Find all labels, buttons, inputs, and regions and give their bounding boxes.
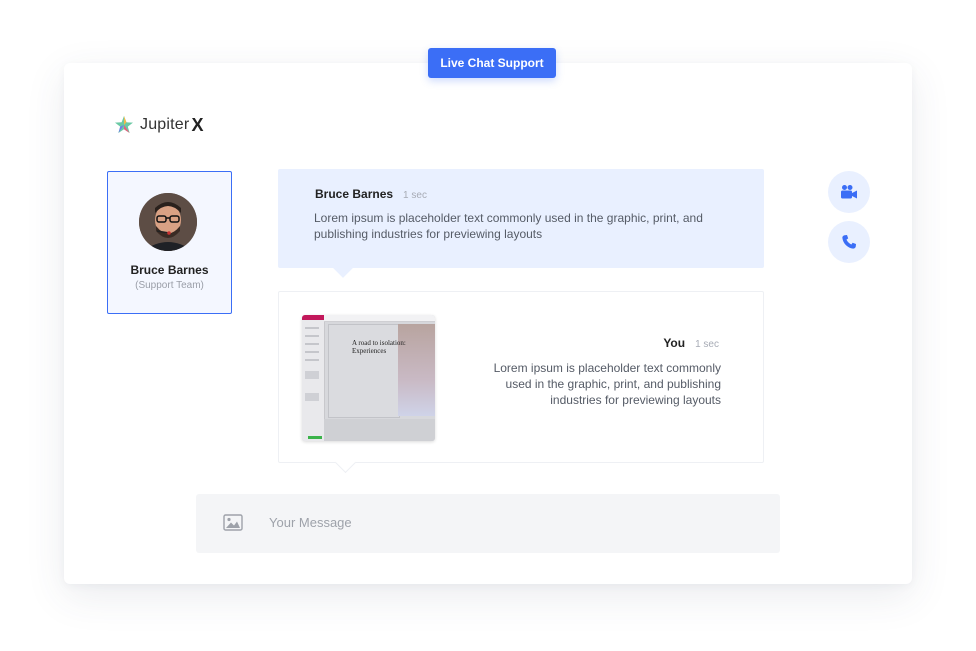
video-call-button[interactable] — [828, 171, 870, 213]
brand-mark: X — [191, 114, 204, 135]
incoming-message: Bruce Barnes 1 sec Lorem ipsum is placeho… — [278, 169, 764, 268]
message-sender: You — [663, 336, 686, 350]
message-input[interactable]: Your Message — [269, 515, 352, 530]
phone-call-button[interactable] — [828, 221, 870, 263]
star-logo-icon — [115, 116, 133, 133]
message-text: Lorem ipsum is placeholder text commonly… — [314, 211, 703, 241]
image-icon[interactable] — [223, 514, 243, 531]
message-text: Lorem ipsum is placeholder text commonly… — [493, 361, 721, 407]
attachment-title: A road to isolation: Experiences — [352, 339, 406, 355]
message-composer[interactable]: Your Message — [196, 494, 780, 553]
message-sender: Bruce Barnes — [315, 187, 394, 201]
message-time: 1 sec — [403, 190, 427, 201]
agent-team: (Support Team) — [135, 280, 204, 291]
brand-name: Jupiter — [140, 116, 190, 133]
agent-name: Bruce Barnes — [130, 263, 209, 277]
video-camera-icon — [841, 185, 857, 199]
live-chat-support-badge: Live Chat Support — [428, 48, 556, 78]
outgoing-message: A road to isolation: Experiences You 1 se… — [278, 291, 764, 463]
agent-avatar — [139, 193, 197, 251]
jupiterx-logo: Jupiter X — [114, 113, 203, 137]
phone-icon — [842, 235, 856, 249]
message-time: 1 sec — [695, 339, 719, 350]
attachment-thumbnail[interactable]: A road to isolation: Experiences — [302, 315, 435, 441]
agent-card[interactable]: Bruce Barnes (Support Team) — [107, 171, 232, 314]
